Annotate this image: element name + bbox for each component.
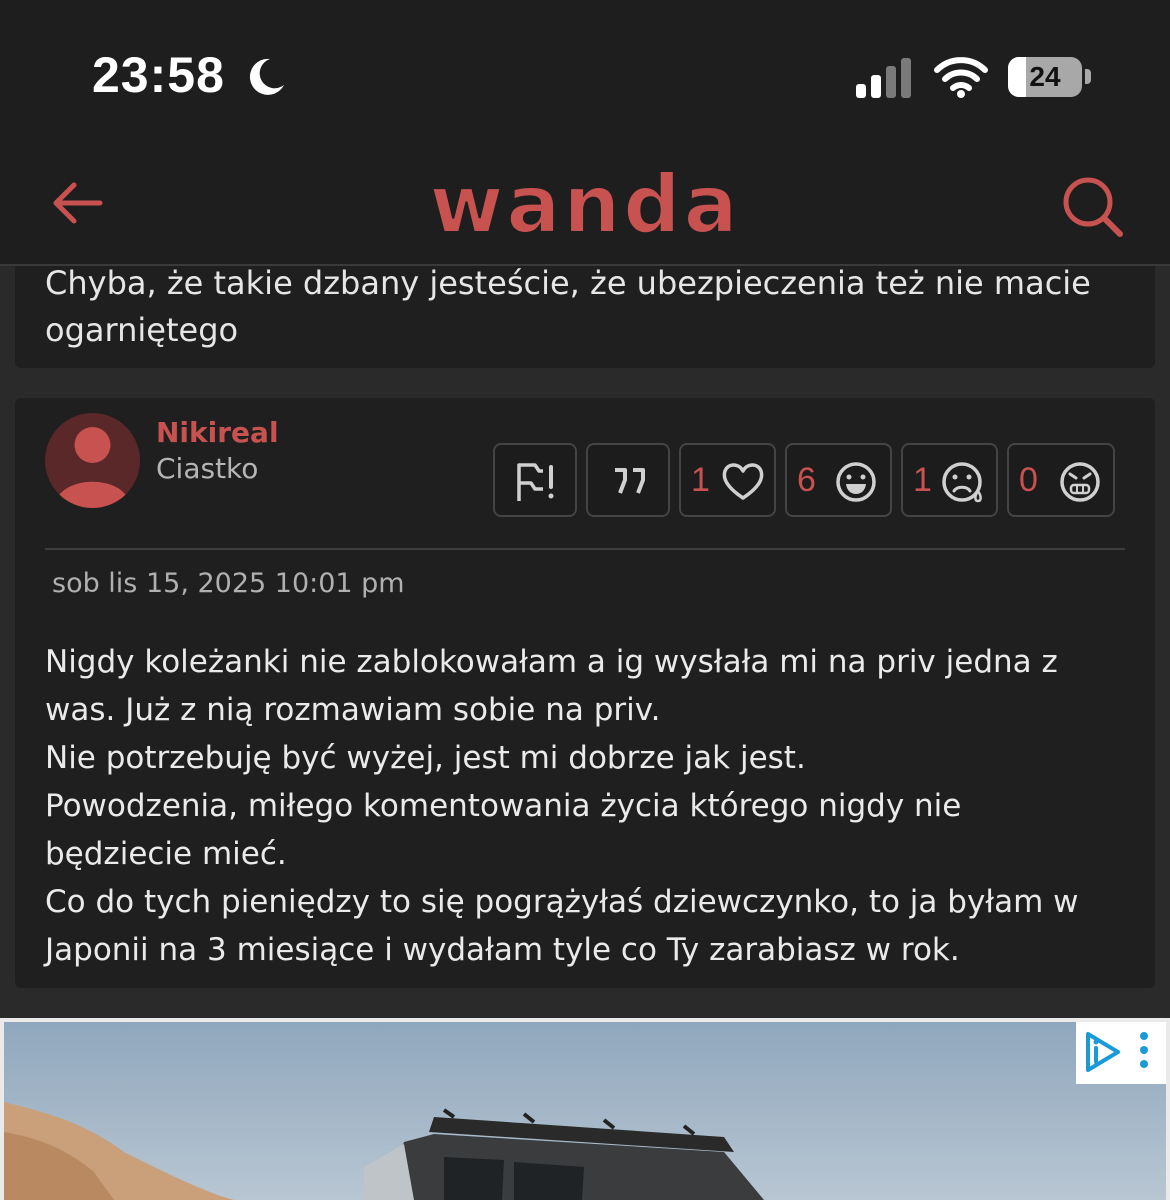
status-time: 23:58 — [92, 47, 225, 103]
report-button[interactable] — [493, 443, 577, 517]
back-arrow-icon[interactable] — [48, 178, 108, 228]
adchoices-icon[interactable] — [1080, 1030, 1124, 1074]
status-bar: 23:58 24 — [0, 0, 1170, 150]
like-count: 1 — [691, 461, 710, 499]
post-username[interactable]: Nikireal — [156, 416, 279, 449]
post-body-line: was. Już z nią rozmawiam sobie na priv. — [45, 692, 661, 728]
post-divider — [45, 548, 1125, 550]
quote-icon — [615, 468, 645, 494]
cellular-signal-icon — [856, 58, 911, 98]
ad-menu-icon[interactable] — [1134, 1030, 1154, 1074]
angry-reaction-button[interactable]: 0 — [1007, 443, 1115, 517]
adchoices-badge[interactable] — [1076, 1022, 1166, 1084]
post-body-line: Nie potrzebuję być wyżej, jest mi dobrze… — [45, 740, 806, 776]
previous-post-line: Chyba, że takie dzbany jesteście, że ube… — [45, 264, 1091, 302]
sad-icon — [942, 462, 982, 503]
user-rank: Ciastko — [156, 452, 259, 485]
previous-post-card: Chyba, że takie dzbany jesteście, że ube… — [15, 264, 1155, 368]
battery-indicator: 24 — [1008, 57, 1082, 97]
sad-count: 1 — [913, 461, 932, 499]
avatar[interactable] — [45, 413, 140, 508]
laugh-count: 6 — [797, 461, 816, 499]
battery-tip — [1085, 69, 1091, 84]
post-body-line: Japonii na 3 miesiące i wydałam tyle co … — [45, 932, 960, 968]
quote-button[interactable] — [586, 443, 670, 517]
user-avatar-icon — [55, 427, 130, 508]
previous-post-line: ogarniętego — [45, 311, 239, 349]
ad-car-image — [4, 1022, 1166, 1200]
top-navbar: wanda — [0, 150, 1170, 266]
post-card: Nikireal Ciastko 1 6 1 0 sob lis 15, 202… — [15, 398, 1155, 988]
post-date: sob lis 15, 2025 10:01 pm — [52, 568, 405, 599]
post-body-line: będziecie mieć. — [45, 836, 287, 872]
wanda-logo[interactable]: wanda — [430, 162, 740, 252]
post-body-line: Nigdy koleżanki nie zablokowałam a ig wy… — [45, 644, 1058, 680]
wifi-icon — [934, 57, 988, 98]
sad-reaction-button[interactable]: 1 — [901, 443, 998, 517]
battery-percent: 24 — [1029, 61, 1061, 92]
search-icon[interactable] — [1058, 172, 1128, 242]
angry-count: 0 — [1019, 461, 1038, 499]
angry-icon — [1060, 462, 1100, 502]
laugh-reaction-button[interactable]: 6 — [785, 443, 892, 517]
advertisement-banner[interactable] — [0, 1018, 1170, 1200]
like-reaction-button[interactable]: 1 — [679, 443, 776, 517]
post-body: Nigdy koleżanki nie zablokowałam a ig wy… — [45, 638, 1125, 974]
heart-icon — [722, 463, 764, 500]
report-flag-icon — [517, 463, 554, 501]
do-not-disturb-moon-icon — [249, 58, 284, 95]
previous-post-text: Chyba, że takie dzbany jesteście, że ube… — [45, 260, 1115, 354]
logo-text: wanda — [430, 162, 740, 251]
post-body-line: Co do tych pieniędzy to się pogrążyłaś d… — [45, 884, 1079, 920]
post-body-line: Powodzenia, miłego komentowania życia kt… — [45, 788, 962, 824]
laugh-icon — [836, 462, 876, 502]
